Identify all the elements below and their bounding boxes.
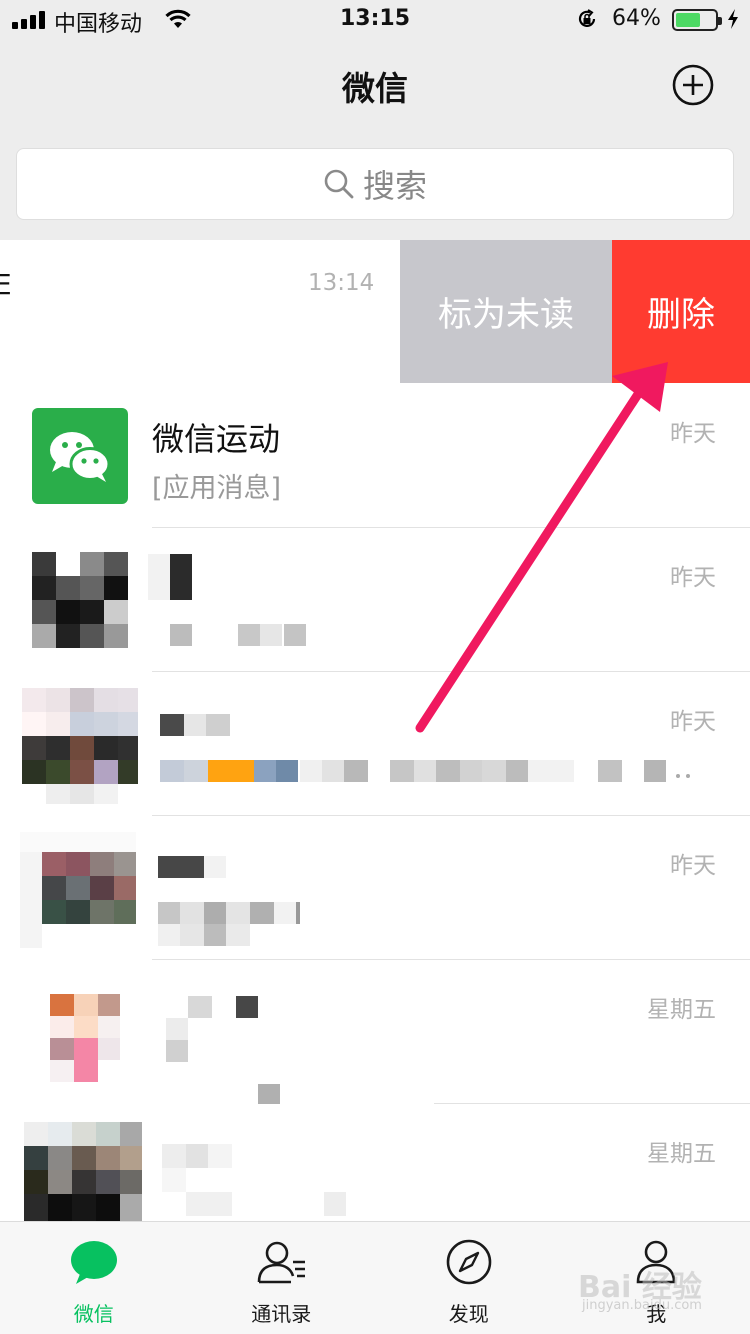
battery-percent: 64% bbox=[612, 6, 661, 31]
avatar bbox=[48, 990, 120, 1090]
chat-row[interactable]: 昨天 bbox=[0, 816, 750, 960]
tab-label: 发现 bbox=[448, 1302, 489, 1326]
chat-time: 星期五 bbox=[647, 997, 716, 1023]
wechat-logo-icon bbox=[50, 432, 111, 482]
avatar bbox=[22, 688, 138, 804]
compass-icon bbox=[446, 1239, 492, 1285]
search-area: 搜索 bbox=[0, 130, 750, 240]
mark-unread-label: 标为未读 bbox=[438, 295, 574, 335]
battery-icon bbox=[672, 9, 722, 31]
tab-label: 微信 bbox=[73, 1302, 114, 1326]
status-bar: 中国移动 13:15 64% bbox=[0, 0, 750, 40]
tab-chats[interactable]: 微信 bbox=[0, 1222, 188, 1334]
avatar bbox=[20, 832, 136, 948]
chat-row[interactable]: 昨天 bbox=[0, 672, 750, 816]
chat-time: 昨天 bbox=[670, 421, 716, 447]
chat-bubble-icon bbox=[70, 1241, 117, 1284]
chat-time: 星期五 bbox=[647, 1141, 716, 1167]
delete-button[interactable]: 删除 bbox=[612, 240, 750, 383]
avatar bbox=[32, 552, 128, 648]
chat-time: 昨天 bbox=[670, 565, 716, 591]
chat-name: 微信运动 bbox=[152, 420, 281, 458]
chat-time: 13:14 bbox=[308, 270, 375, 296]
charging-bolt-icon bbox=[728, 9, 738, 29]
nav-bar: 微信 bbox=[0, 40, 750, 130]
chat-name-partial: E bbox=[0, 268, 12, 301]
search-input[interactable]: 搜索 bbox=[16, 148, 734, 220]
chat-row-swiped[interactable]: E 13:14 标为未读 删除 bbox=[0, 240, 750, 384]
avatar bbox=[24, 1122, 142, 1221]
chat-row[interactable]: 星期五 bbox=[0, 1104, 750, 1221]
chat-time: 昨天 bbox=[670, 709, 716, 735]
chat-time: 昨天 bbox=[670, 853, 716, 879]
chat-preview: [应用消息] bbox=[152, 473, 282, 504]
search-icon bbox=[324, 169, 354, 199]
chat-row[interactable]: 星期五 bbox=[0, 960, 750, 1104]
mark-unread-button[interactable]: 标为未读 bbox=[400, 240, 612, 383]
rotation-lock-icon bbox=[578, 9, 596, 27]
page-title: 微信 bbox=[342, 69, 408, 108]
plus-circle-icon[interactable] bbox=[672, 64, 714, 106]
contacts-icon bbox=[257, 1241, 306, 1284]
search-placeholder: 搜索 bbox=[362, 167, 427, 205]
tab-label: 通讯录 bbox=[251, 1302, 312, 1326]
chat-row[interactable]: 昨天 bbox=[0, 528, 750, 672]
wechat-sport-avatar bbox=[32, 408, 128, 504]
tab-contacts[interactable]: 通讯录 bbox=[188, 1222, 376, 1334]
delete-label: 删除 bbox=[647, 295, 715, 335]
chat-list[interactable]: E 13:14 标为未读 删除 微信运动 [应用消息] 昨天 昨天 昨天 昨天 … bbox=[0, 240, 750, 1221]
watermark-url: jingyan.baidu.com bbox=[582, 1298, 702, 1313]
tab-discover[interactable]: 发现 bbox=[375, 1222, 563, 1334]
chat-row[interactable]: 微信运动 [应用消息] 昨天 bbox=[0, 384, 750, 528]
